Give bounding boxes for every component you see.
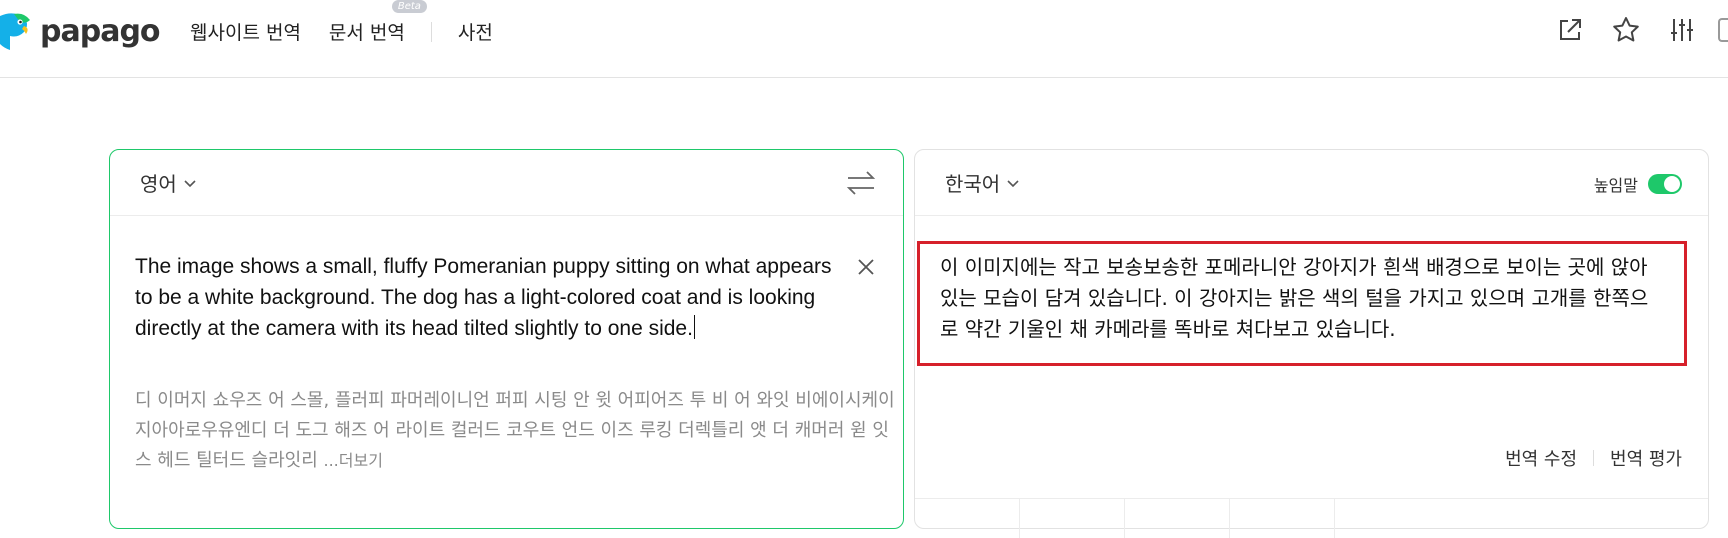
- footer-cell: [915, 499, 1020, 538]
- target-panel: 한국어 높임말 이 이미지에는 작고 보송보송한 포메라니안 강아지가 흰색 배…: [914, 149, 1709, 538]
- nav-dictionary[interactable]: 사전: [458, 18, 493, 45]
- nav-document-translate[interactable]: 문서 번역 Beta: [328, 0, 427, 45]
- brand-name: papago: [40, 13, 161, 49]
- translation-actions: 번역 수정 번역 평가: [1505, 445, 1682, 471]
- edit-translation-button[interactable]: 번역 수정: [1505, 445, 1577, 471]
- main-nav: 웹사이트 번역 문서 번역 Beta 사전: [190, 0, 493, 45]
- source-pronunciation: 디 이머지 쇼우즈 어 스몰, 플러피 파머레이니언 퍼피 시팅 안 윗 어피어…: [135, 386, 895, 476]
- rate-translation-button[interactable]: 번역 평가: [1610, 445, 1682, 471]
- papago-parrot-icon: [0, 13, 30, 50]
- star-icon[interactable]: [1608, 12, 1644, 48]
- chevron-down-icon: [1007, 179, 1019, 187]
- source-panel: 영어 The image shows a small, fluffy Pomer…: [109, 149, 904, 529]
- nav-website-translate[interactable]: 웹사이트 번역: [190, 18, 301, 45]
- settings-sliders-icon[interactable]: [1664, 12, 1700, 48]
- more-link[interactable]: ...더보기: [324, 451, 383, 470]
- footer-cell: [1020, 499, 1125, 538]
- translation-result-text: 이 이미지에는 작고 보송보송한 포메라니안 강아지가 흰색 배경으로 보이는 …: [940, 255, 1649, 341]
- target-panel-header: 한국어 높임말: [915, 150, 1708, 216]
- honorific-control: 높임말: [1594, 172, 1682, 196]
- beta-badge: Beta: [391, 0, 427, 13]
- footer-cell: [1230, 499, 1335, 538]
- source-panel-header: 영어: [110, 150, 903, 216]
- action-divider: [1593, 450, 1595, 466]
- top-icons: [1532, 12, 1728, 48]
- source-language-label: 영어: [140, 172, 177, 196]
- source-text-input[interactable]: The image shows a small, fluffy Pomerani…: [135, 251, 845, 344]
- menu-edge-icon[interactable]: [1718, 18, 1728, 42]
- source-text-content: The image shows a small, fluffy Pomerani…: [135, 255, 832, 340]
- honorific-toggle[interactable]: [1648, 174, 1682, 194]
- swap-languages-icon[interactable]: [845, 168, 877, 198]
- source-language-select[interactable]: 영어: [140, 168, 197, 197]
- share-icon[interactable]: [1552, 12, 1588, 48]
- translation-result-highlight: 이 이미지에는 작고 보송보송한 포메라니안 강아지가 흰색 배경으로 보이는 …: [917, 241, 1687, 366]
- papago-logo[interactable]: papago: [0, 10, 161, 52]
- target-language-select[interactable]: 한국어: [945, 168, 1020, 197]
- clear-text-icon[interactable]: [855, 256, 877, 278]
- top-bar: papago 웹사이트 번역 문서 번역 Beta 사전: [0, 0, 1728, 78]
- target-panel-footer: [915, 498, 1708, 538]
- footer-cell: [1125, 499, 1230, 538]
- pronunciation-text: 디 이머지 쇼우즈 어 스몰, 플러피 파머레이니언 퍼피 시팅 안 윗 어피어…: [135, 390, 895, 471]
- target-language-label: 한국어: [945, 172, 1001, 196]
- honorific-label: 높임말: [1593, 176, 1638, 195]
- nav-divider: [430, 21, 432, 42]
- text-caret: [693, 315, 695, 339]
- chevron-down-icon: [184, 179, 196, 187]
- nav-document-translate-label: 문서 번역: [328, 22, 405, 44]
